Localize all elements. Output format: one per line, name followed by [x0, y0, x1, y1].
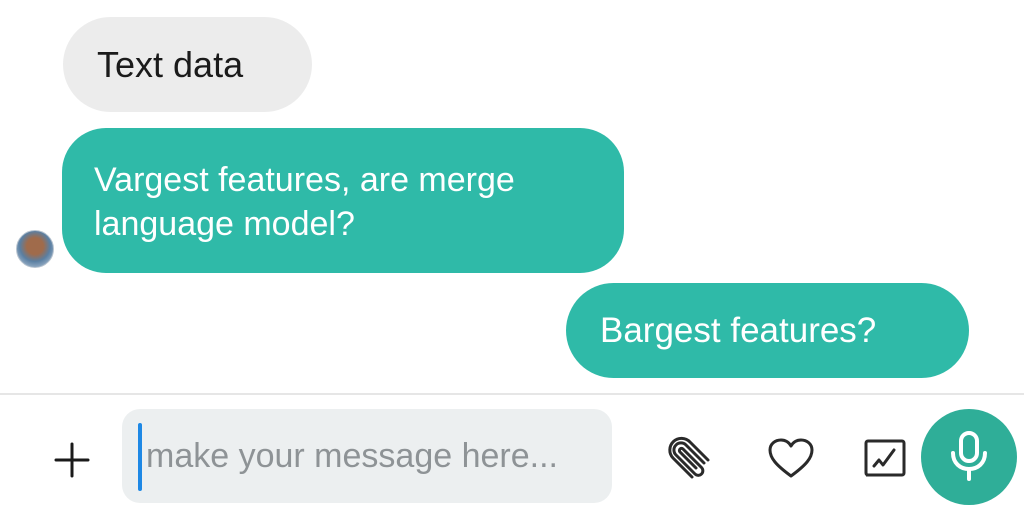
incoming-message-bubble: Vargest features, are merge language mod… — [62, 128, 624, 273]
incoming-message-bubble: Text data — [63, 17, 312, 112]
message-text-line: language model? — [94, 205, 355, 243]
message-text: Bargest features? — [600, 311, 877, 350]
edit-button[interactable] — [862, 436, 910, 482]
heart-icon — [768, 438, 814, 478]
outgoing-message-bubble: Bargest features? — [566, 283, 969, 378]
edit-icon — [864, 439, 906, 477]
voice-record-button[interactable] — [921, 409, 1017, 505]
message-text-line: Vargest features, are merge — [94, 161, 515, 199]
avatar[interactable] — [16, 230, 54, 268]
microphone-icon — [951, 431, 987, 481]
plus-icon — [54, 442, 90, 478]
message-text: Text data — [97, 44, 244, 85]
add-button[interactable] — [50, 438, 94, 482]
paperclip-icon — [668, 436, 710, 479]
attach-button[interactable] — [664, 433, 716, 481]
message-input[interactable] — [138, 433, 606, 479]
like-button[interactable] — [766, 437, 816, 481]
chat-history: Text data Vargest features, are merge la… — [0, 0, 1024, 394]
text-caret — [138, 423, 142, 491]
message-input-container[interactable] — [122, 409, 612, 503]
